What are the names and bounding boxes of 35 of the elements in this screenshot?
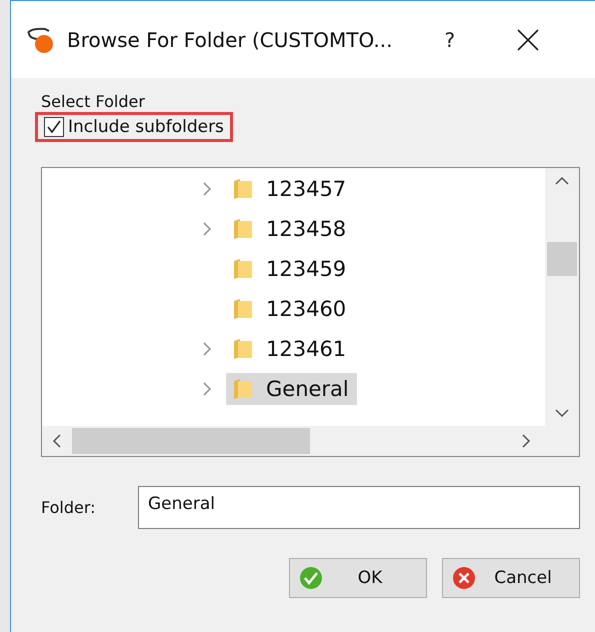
tree-item[interactable]: 123459 [226,253,354,285]
window-title: Browse For Folder (CUSTOMTO... [67,28,392,52]
folder-icon [232,337,254,361]
tree-item[interactable]: 123458 [226,213,354,245]
tree-item[interactable]: General [226,373,357,405]
checkbox[interactable] [44,117,64,137]
folder-label: Folder: [41,498,97,517]
cancel-button[interactable]: Cancel [442,558,580,598]
check-icon [299,566,323,590]
folder-icon [232,217,254,241]
folder-icon [232,297,254,321]
vertical-scrollbar[interactable] [545,168,579,426]
scroll-thumb[interactable] [547,242,577,276]
error-icon [452,566,476,590]
scroll-right-icon[interactable] [521,433,531,449]
ok-button[interactable]: OK [289,558,427,598]
scroll-thumb[interactable] [72,428,310,454]
scroll-up-icon[interactable] [554,176,570,186]
chevron-icon[interactable] [202,181,212,197]
scroll-down-icon[interactable] [554,408,570,418]
checkbox-label: Include subfolders [68,117,224,137]
tree-item[interactable]: 123457 [226,173,354,205]
folder-icon [232,177,254,201]
prompt-text: Select Folder [41,92,146,112]
scroll-left-icon[interactable] [52,433,62,449]
folder-icon [232,257,254,281]
close-icon[interactable] [517,28,540,50]
folder-icon [232,377,254,401]
chevron-icon[interactable] [202,221,212,237]
chevron-icon[interactable] [202,381,212,397]
tree-item[interactable]: 123461 [226,333,354,365]
help-button[interactable]: ? [444,28,456,52]
folder-field[interactable]: General [138,486,580,529]
chevron-icon[interactable] [202,341,212,357]
tree-item[interactable]: 123460 [226,293,354,325]
